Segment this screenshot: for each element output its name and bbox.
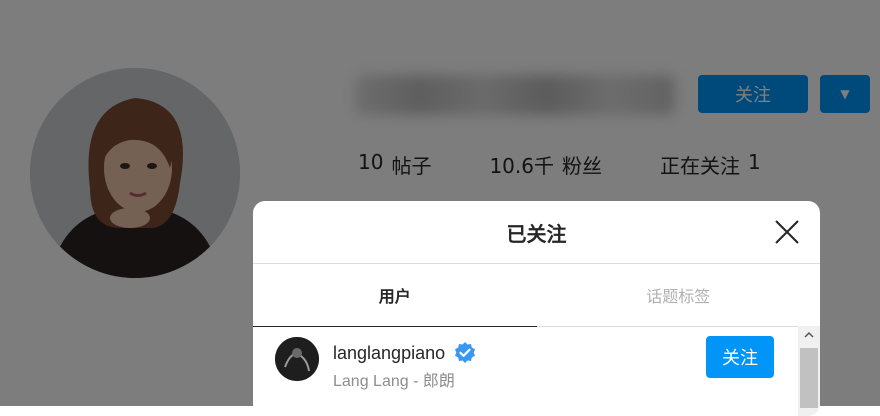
following-modal: 已关注 用户 话题标签 langlangpiano Lang Lang - 郎朗 (253, 201, 820, 416)
tab-hashtags[interactable]: 话题标签 (537, 264, 821, 326)
close-button[interactable] (772, 217, 802, 247)
scroll-up-arrow[interactable] (798, 330, 820, 346)
user-avatar-image (275, 337, 319, 381)
modal-tabs: 用户 话题标签 (253, 264, 820, 327)
scroll-thumb[interactable] (800, 348, 818, 408)
user-full-name: Lang Lang - 郎朗 (333, 373, 455, 390)
chevron-up-icon (804, 331, 814, 338)
close-icon (775, 220, 799, 244)
username-link[interactable]: langlangpiano (333, 343, 445, 364)
verified-badge-icon (455, 342, 476, 363)
user-avatar[interactable] (275, 337, 319, 381)
user-name-row: langlangpiano (333, 341, 477, 365)
modal-title: 已关注 (506, 221, 567, 246)
user-follow-button[interactable]: 关注 (706, 336, 774, 378)
tab-users[interactable]: 用户 (253, 264, 537, 326)
modal-header: 已关注 (253, 201, 820, 264)
scrollbar[interactable] (798, 326, 820, 416)
